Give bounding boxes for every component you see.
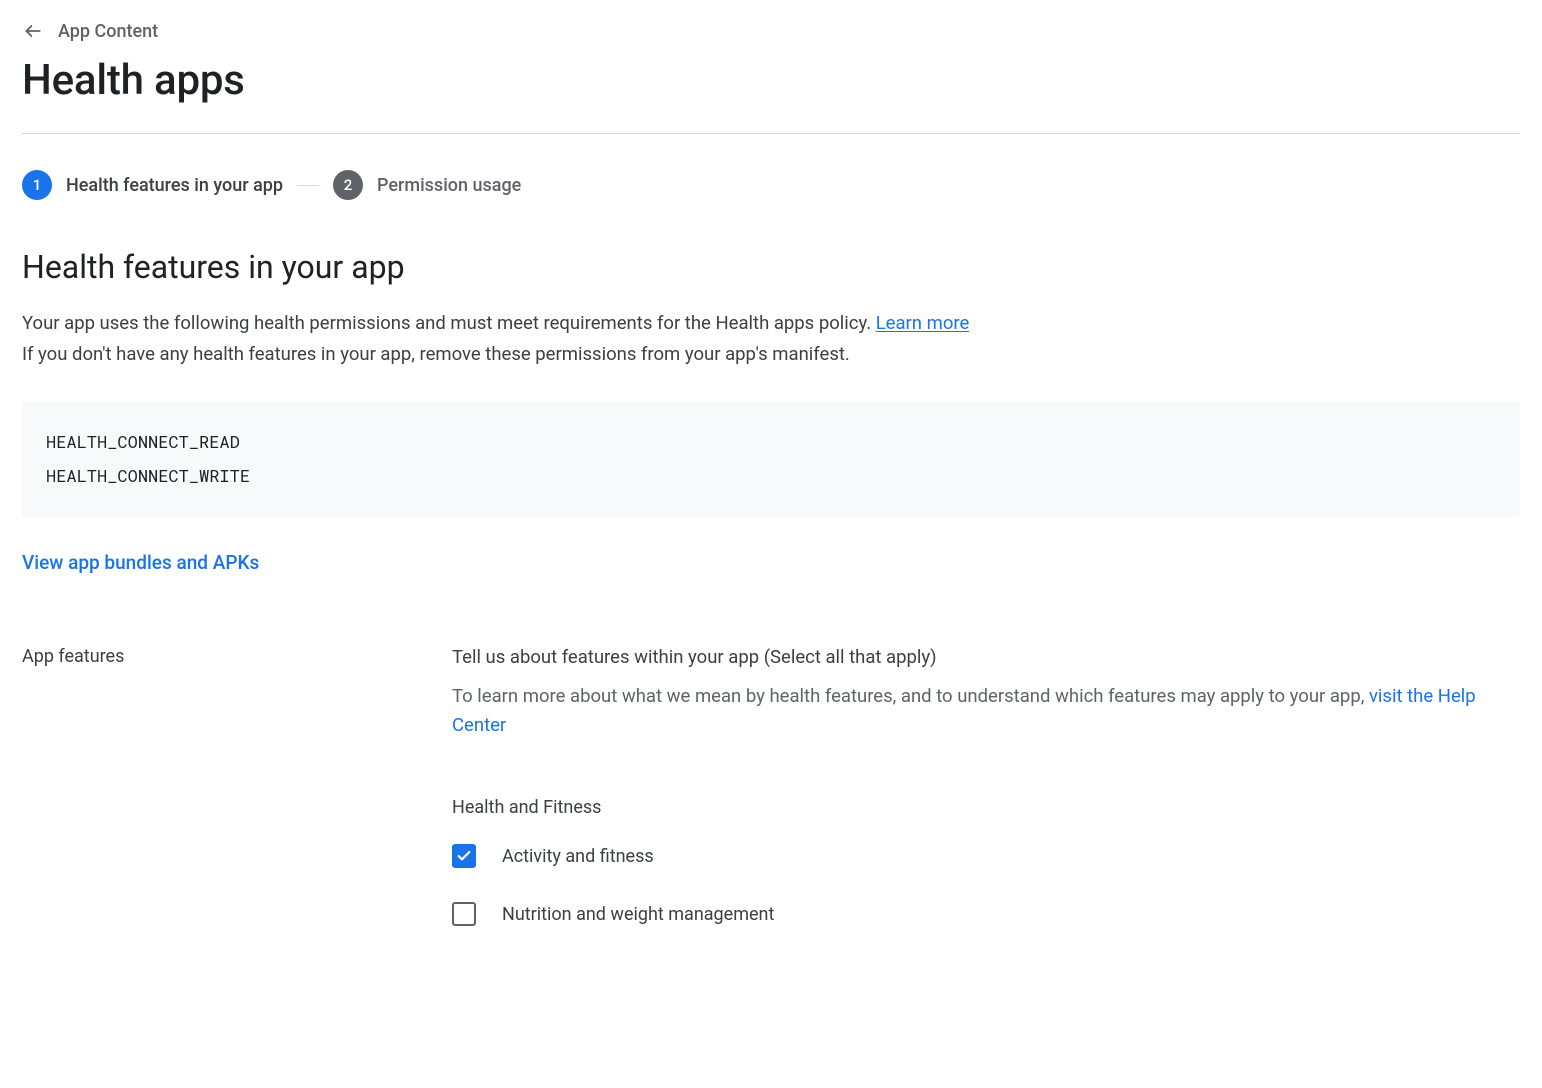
intro-line-2: If you don't have any health features in…: [22, 343, 850, 365]
permission-item: HEALTH_CONNECT_READ: [46, 430, 240, 453]
step-1-badge: 1: [22, 170, 52, 200]
intro-text: Your app uses the following health permi…: [22, 308, 1520, 371]
view-bundles-link[interactable]: View app bundles and APKs: [22, 551, 259, 574]
step-health-features[interactable]: 1 Health features in your app: [22, 170, 283, 200]
breadcrumb: App Content: [22, 20, 1520, 42]
checkbox-nutrition-weight[interactable]: Nutrition and weight management: [452, 902, 1520, 926]
step-1-label: Health features in your app: [66, 175, 283, 196]
checkbox-checked-icon: [452, 844, 476, 868]
checkbox-group-heading: Health and Fitness: [452, 797, 1520, 818]
intro-line-1: Your app uses the following health permi…: [22, 312, 876, 334]
divider: [22, 133, 1520, 134]
breadcrumb-label[interactable]: App Content: [58, 21, 158, 42]
form-help-text: To learn more about what we mean by heal…: [452, 682, 1520, 741]
stepper: 1 Health features in your app 2 Permissi…: [22, 170, 1520, 200]
checkbox-label: Nutrition and weight management: [502, 904, 774, 925]
permissions-codeblock: HEALTH_CONNECT_READ HEALTH_CONNECT_WRITE: [22, 401, 1520, 517]
section-heading: Health features in your app: [22, 248, 1520, 286]
step-2-label: Permission usage: [377, 175, 521, 196]
form-prompt: Tell us about features within your app (…: [452, 646, 1520, 668]
back-arrow-icon[interactable]: [22, 20, 44, 42]
form-help-prefix: To learn more about what we mean by heal…: [452, 685, 1369, 707]
learn-more-link[interactable]: Learn more: [876, 312, 970, 334]
permission-item: HEALTH_CONNECT_WRITE: [46, 464, 250, 487]
checkbox-unchecked-icon: [452, 902, 476, 926]
checkbox-activity-fitness[interactable]: Activity and fitness: [452, 844, 1520, 868]
step-permission-usage[interactable]: 2 Permission usage: [333, 170, 521, 200]
step-connector: [297, 185, 319, 186]
step-2-badge: 2: [333, 170, 363, 200]
page-title: Health apps: [22, 56, 1520, 105]
checkbox-label: Activity and fitness: [502, 846, 654, 867]
form-section-label: App features: [22, 646, 452, 960]
